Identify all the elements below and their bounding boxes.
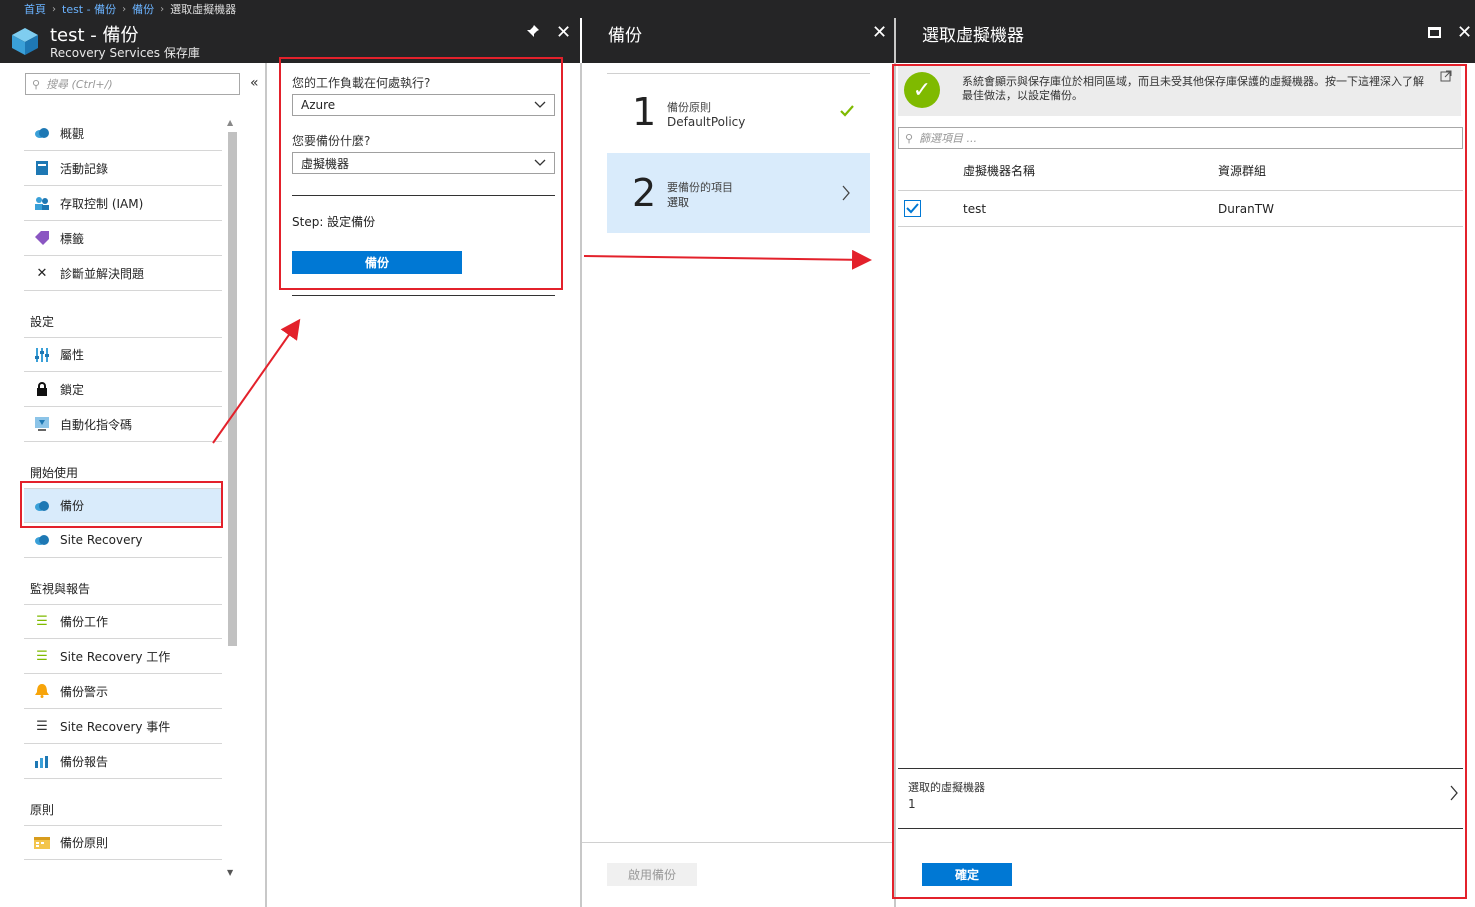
annotation-arrow-right (583, 249, 872, 270)
annotation-arrows (212, 249, 872, 444)
annotation-arrow-up (212, 318, 301, 444)
